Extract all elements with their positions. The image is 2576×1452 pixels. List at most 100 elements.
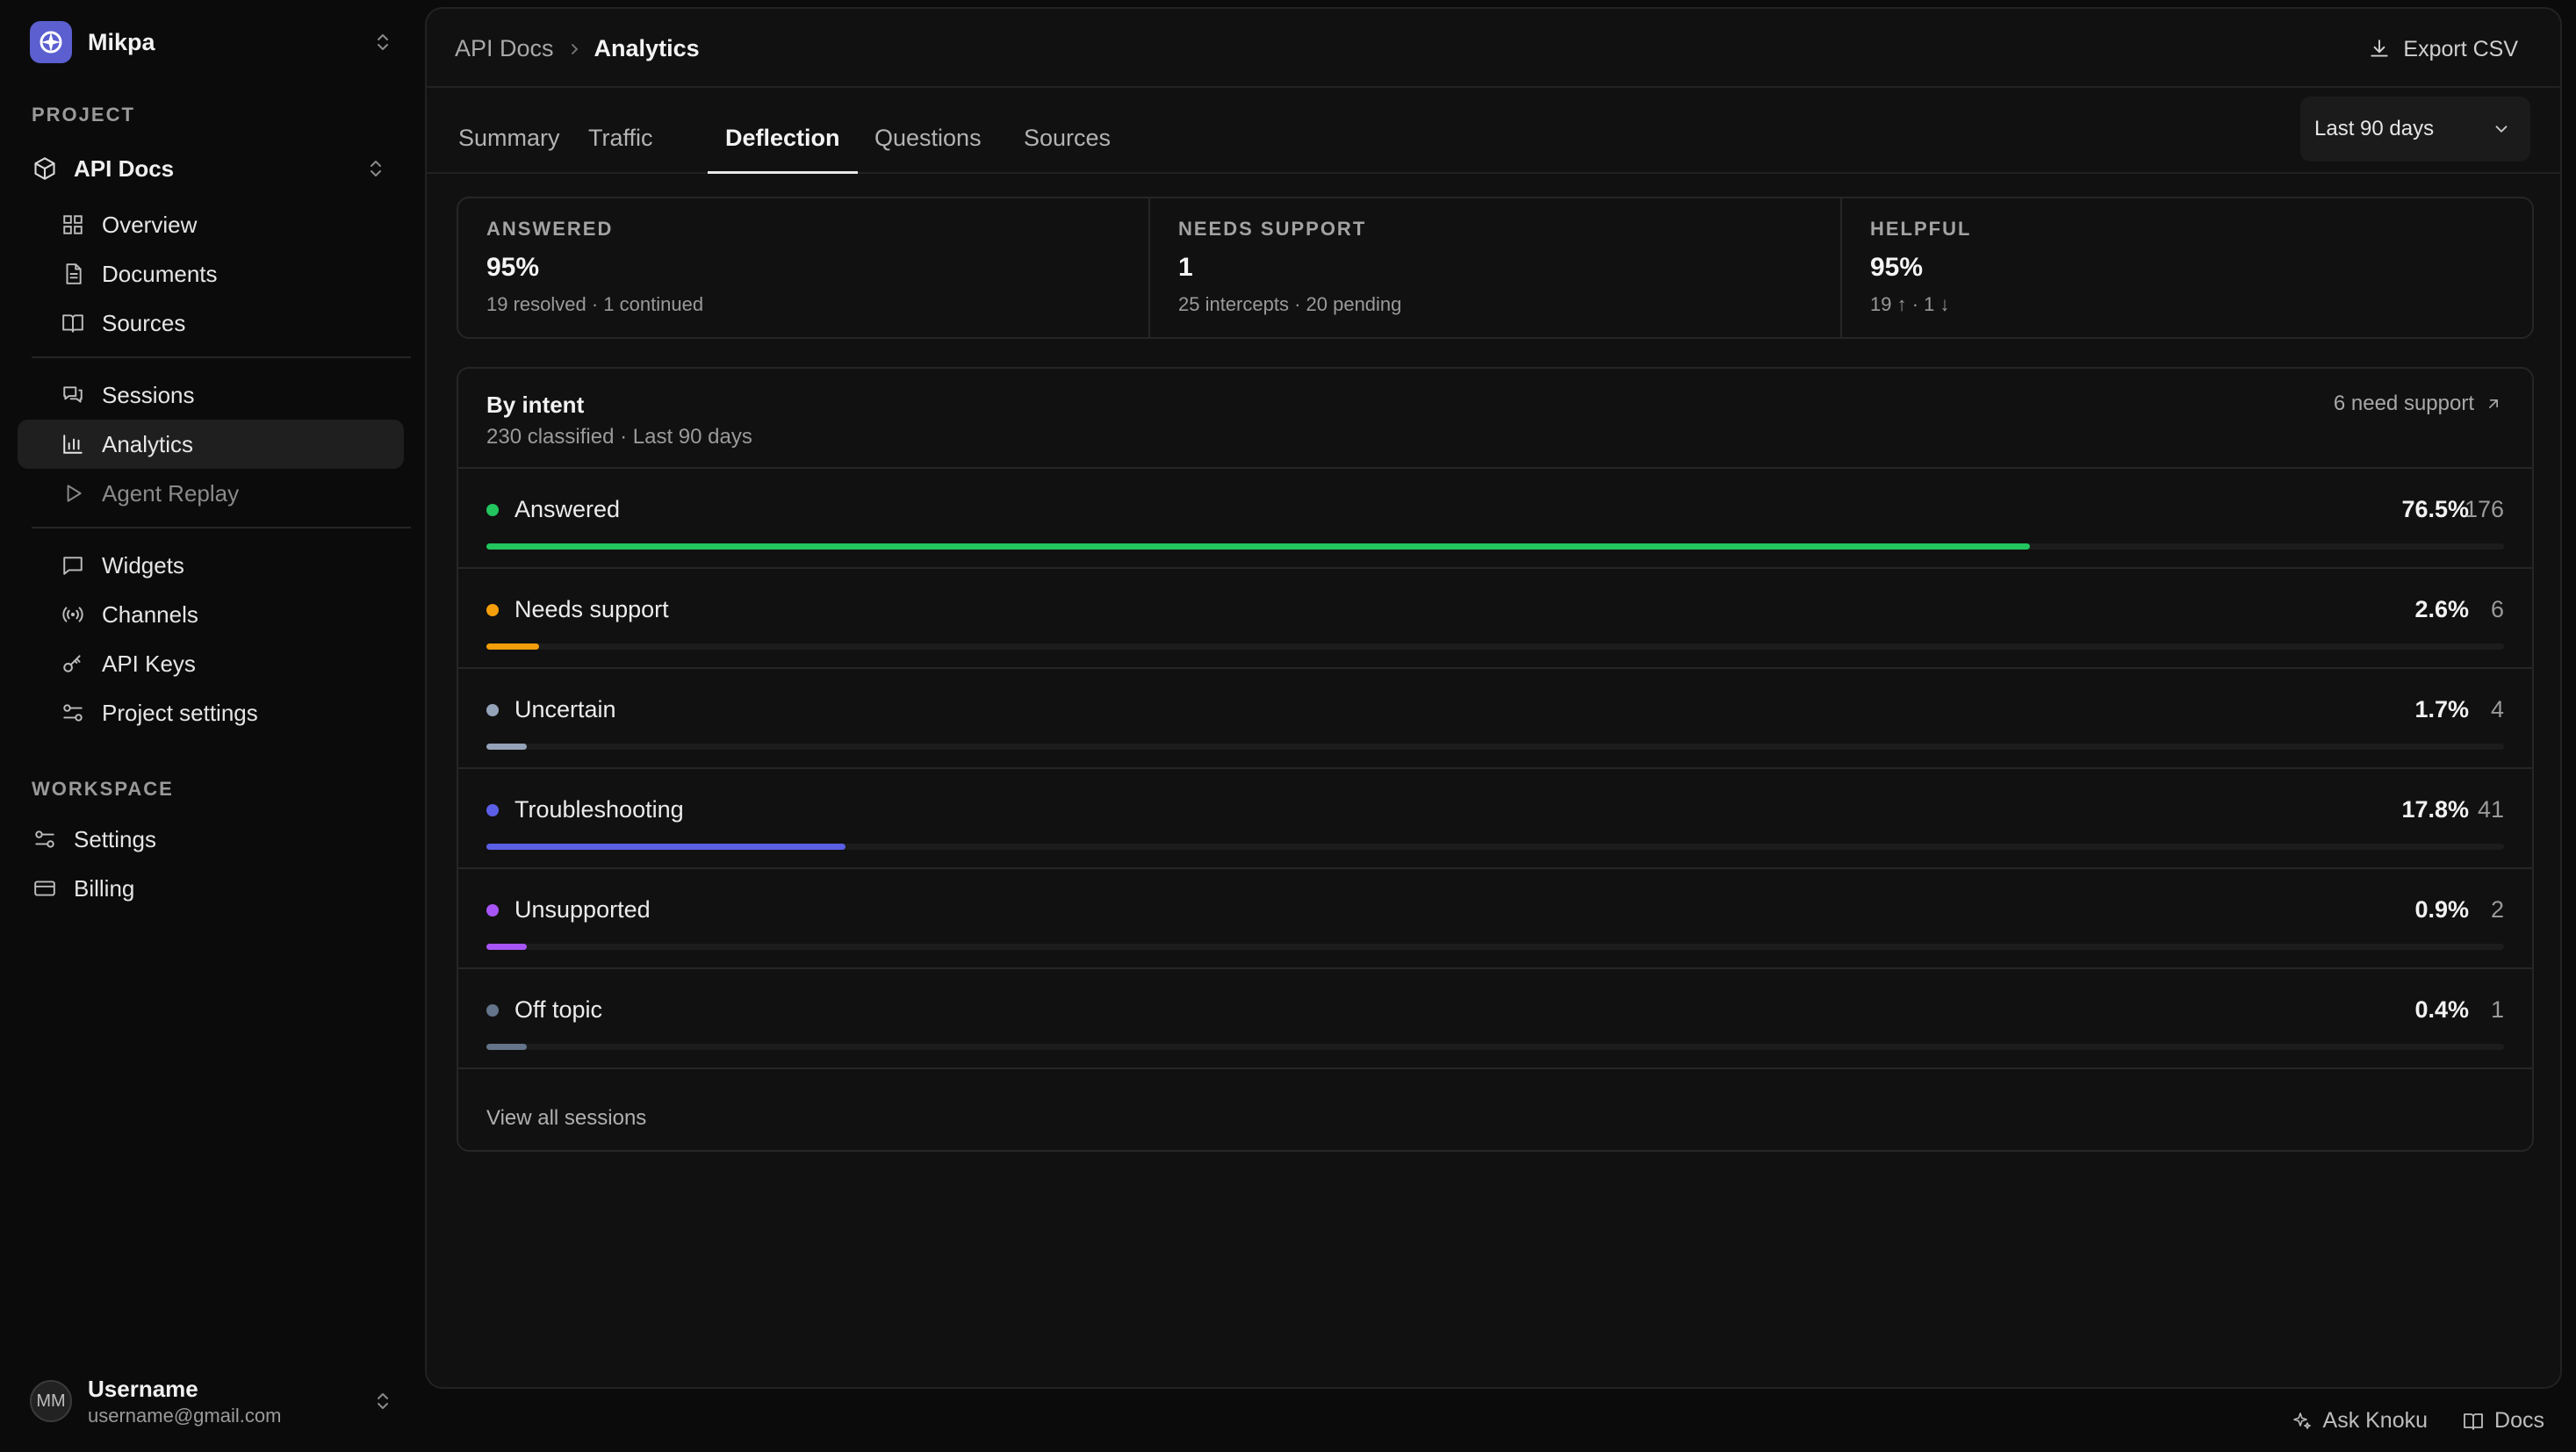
breadcrumb-parent[interactable]: API Docs <box>455 35 554 62</box>
message-square-icon <box>60 552 86 579</box>
play-icon <box>60 480 86 507</box>
sidebar-item-overview[interactable]: Overview <box>18 200 404 249</box>
workspace-section-label: WORKSPACE <box>32 778 174 800</box>
intent-progress-track <box>486 1044 2504 1050</box>
date-range-select[interactable]: Last 90 days <box>2300 97 2530 162</box>
chevron-updown-icon <box>372 32 393 53</box>
tab-summary[interactable]: Summary <box>441 125 578 174</box>
breadcrumb-current: Analytics <box>594 35 700 61</box>
sidebar-item-label: Sources <box>102 309 186 336</box>
sidebar-item-settings[interactable]: Settings <box>18 815 404 864</box>
intent-row[interactable]: Uncertain 1.7% 4 <box>458 669 2532 769</box>
intent-card: By intent 230 classified · Last 90 days … <box>457 367 2534 1152</box>
user-email: username@gmail.com <box>88 1404 282 1427</box>
stat-label: HELPFUL <box>1870 218 1972 240</box>
intent-row[interactable]: Troubleshooting 17.8% 41 <box>458 769 2532 869</box>
intent-name: Off topic <box>514 996 603 1023</box>
tab-questions[interactable]: Questions <box>857 125 999 174</box>
intent-row[interactable]: Unsupported 0.9% 2 <box>458 869 2532 969</box>
sidebar-item-documents[interactable]: Documents <box>18 249 404 298</box>
sidebar-item-api-keys[interactable]: API Keys <box>18 639 404 688</box>
project-switcher[interactable]: API Docs <box>18 144 404 193</box>
sidebar-item-label: API Keys <box>102 650 196 677</box>
tab-deflection[interactable]: Deflection <box>708 125 858 174</box>
intent-title: By intent <box>486 392 585 418</box>
docs-label: Docs <box>2494 1408 2544 1433</box>
footer-links: Ask Knoku Docs <box>2256 1408 2544 1434</box>
intent-row[interactable]: Off topic 0.4% 1 <box>458 969 2532 1069</box>
user-menu[interactable]: MM Username username@gmail.com <box>30 1375 393 1427</box>
stat-value: 95% <box>1870 253 1924 282</box>
intent-status-dot <box>486 504 499 516</box>
bar-chart-icon <box>60 431 86 457</box>
stat-answered: ANSWERED 95% 19 resolved · 1 continued <box>458 198 1148 337</box>
sidebar-item-label: Channels <box>102 600 198 628</box>
stat-needs-support: NEEDS SUPPORT 1 25 intercepts · 20 pendi… <box>1148 198 1840 337</box>
intent-progress-fill <box>486 844 846 850</box>
chevron-updown-icon <box>365 158 386 179</box>
intent-status-dot <box>486 804 499 816</box>
intent-row[interactable]: Needs support 2.6% 6 <box>458 569 2532 669</box>
need-support-link[interactable]: 6 need support <box>2334 392 2502 416</box>
intent-progress-fill <box>486 944 527 950</box>
sidebar-item-label: Project settings <box>102 699 258 726</box>
sidebar-item-channels[interactable]: Channels <box>18 590 404 639</box>
download-icon <box>2368 38 2391 61</box>
intent-percent: 17.8% <box>2401 796 2469 823</box>
avatar: MM <box>30 1380 72 1422</box>
intent-progress-track <box>486 643 2504 650</box>
intent-progress-fill <box>486 643 539 650</box>
sidebar-item-sources[interactable]: Sources <box>18 298 404 348</box>
stat-value: 1 <box>1178 253 1193 282</box>
intent-percent: 76.5% <box>2401 496 2469 522</box>
intent-name: Unsupported <box>514 896 651 923</box>
tab-traffic[interactable]: Traffic <box>571 125 671 174</box>
sliders-icon <box>60 700 86 726</box>
stat-label: NEEDS SUPPORT <box>1178 218 1367 240</box>
org-switcher[interactable]: Mikpa <box>30 21 393 63</box>
stat-label: ANSWERED <box>486 218 614 240</box>
docs-button[interactable]: Docs <box>2463 1408 2544 1434</box>
stat-helpful: HELPFUL 95% 19 ↑ · 1 ↓ <box>1840 198 2532 337</box>
intent-progress-fill <box>486 1044 527 1050</box>
intent-row[interactable]: Answered 76.5% 176 <box>458 469 2532 569</box>
sidebar-divider <box>32 356 411 358</box>
chevron-right-icon <box>568 43 580 55</box>
sidebar-item-label: Analytics <box>102 430 194 457</box>
intent-name: Needs support <box>514 596 669 622</box>
intent-percent: 2.6% <box>2414 596 2469 622</box>
ask-knoku-button[interactable]: Ask Knoku <box>2292 1408 2428 1434</box>
intent-status-dot <box>486 704 499 716</box>
cube-icon <box>32 155 58 182</box>
tab-sources[interactable]: Sources <box>1006 125 1128 174</box>
document-icon <box>60 261 86 287</box>
need-support-label: 6 need support <box>2333 392 2474 415</box>
user-name: Username <box>88 1375 198 1402</box>
sidebar-item-project-settings[interactable]: Project settings <box>18 688 404 737</box>
sidebar-item-label: Widgets <box>102 551 184 579</box>
intent-status-dot <box>486 904 499 916</box>
sidebar-item-label: Billing <box>74 874 135 902</box>
intent-count: 41 <box>2477 796 2504 823</box>
intent-name: Uncertain <box>514 696 616 722</box>
sidebar-item-sessions[interactable]: Sessions <box>18 370 404 420</box>
sidebar-item-billing[interactable]: Billing <box>18 864 404 913</box>
intent-count: 1 <box>2490 996 2504 1023</box>
stat-sub: 25 intercepts · 20 pending <box>1178 293 1402 315</box>
intent-percent: 1.7% <box>2414 696 2469 722</box>
sidebar-item-widgets[interactable]: Widgets <box>18 541 404 590</box>
credit-card-icon <box>32 875 58 902</box>
sidebar-item-label: Sessions <box>102 381 195 408</box>
sidebar-item-agent-replay[interactable]: Agent Replay <box>18 469 404 518</box>
sidebar-item-label: Settings <box>74 825 156 852</box>
sidebar-item-label: Overview <box>102 211 198 238</box>
project-section-label: PROJECT <box>32 104 135 126</box>
stat-value: 95% <box>486 253 540 282</box>
book-icon <box>2463 1411 2484 1432</box>
intent-progress-track <box>486 543 2504 550</box>
sidebar-item-analytics[interactable]: Analytics <box>18 420 404 469</box>
view-all-sessions-link[interactable]: View all sessions <box>486 1106 646 1131</box>
export-csv-button[interactable]: Export CSV <box>2368 32 2518 67</box>
stats-summary: ANSWERED 95% 19 resolved · 1 continued N… <box>457 197 2534 339</box>
intent-list: Answered 76.5% 176 Needs support 2.6% 6 Uncert… <box>458 469 2532 1069</box>
